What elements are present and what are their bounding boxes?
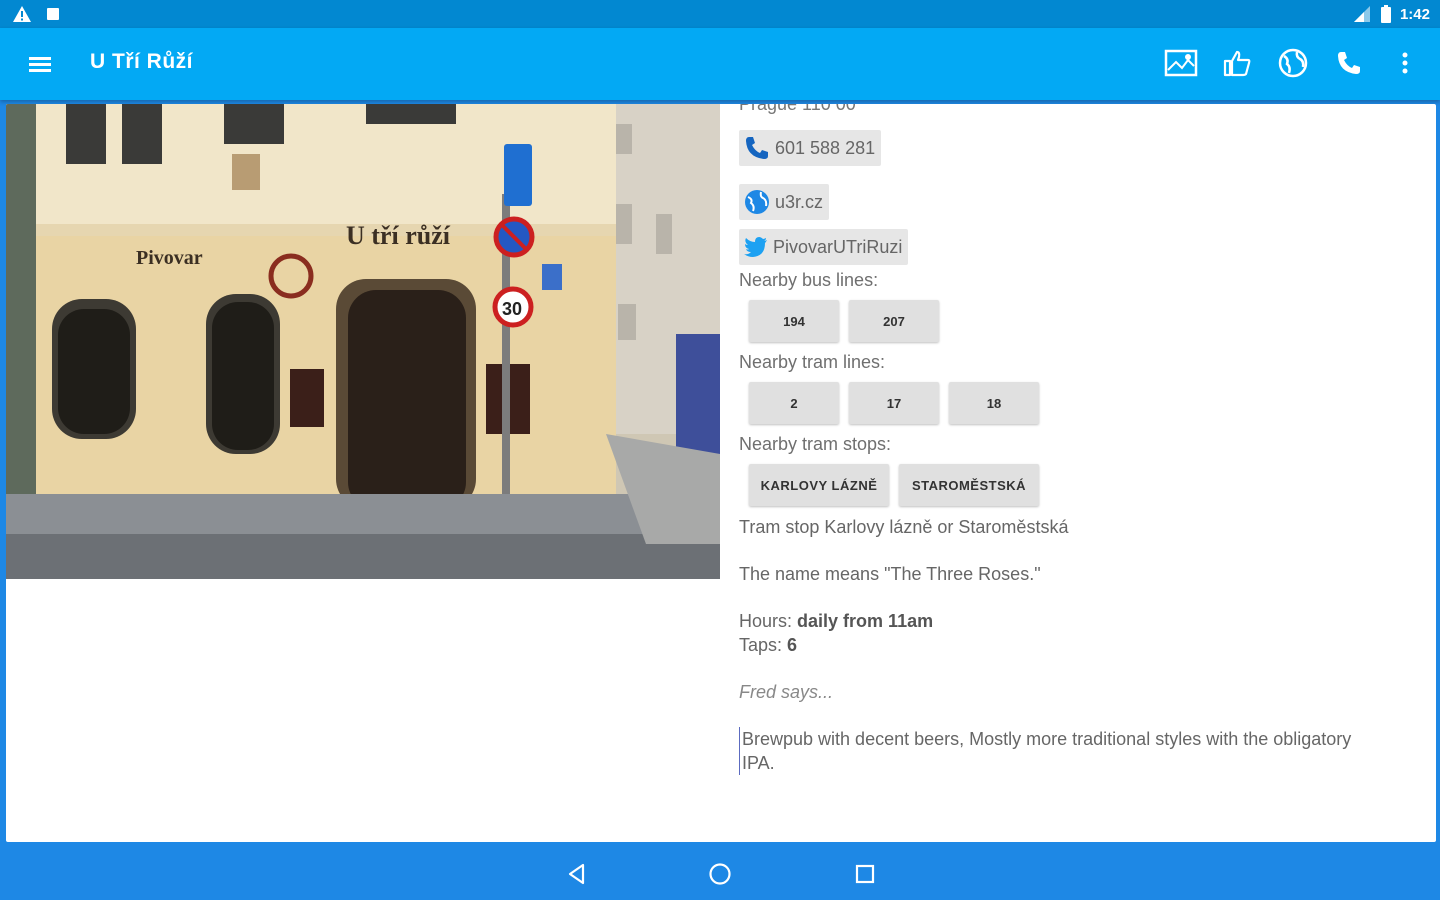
system-nav-bar [0, 847, 1440, 900]
tram-stops-row: KARLOVY LÁZNĚ STAROMĚSTSKÁ [749, 464, 1039, 506]
hours-label: Hours: [739, 611, 793, 631]
tram-lines-label: Nearby tram lines: [739, 352, 886, 372]
tram-line-button[interactable]: 2 [749, 382, 839, 424]
back-button[interactable] [564, 861, 590, 887]
phone-icon [1338, 52, 1360, 74]
status-bar: 1:42 [0, 0, 1440, 28]
hamburger-menu-icon [29, 57, 51, 72]
photo-sign-pivovar: Pivovar [136, 247, 203, 269]
taps-label: Taps: [739, 635, 783, 655]
call-button[interactable] [1332, 46, 1366, 80]
tram-line-button[interactable]: 17 [849, 382, 939, 424]
tram-stop-text: Tram stop Karlovy lázně or Staroměstská [739, 517, 1069, 537]
name-meaning-text: The name means "The Three Roses." [739, 564, 1041, 584]
notification-icons [12, 5, 60, 23]
review-text: Brewpub with decent beers, Mostly more t… [739, 727, 1379, 775]
tram-stop-button[interactable]: STAROMĚSTSKÁ [899, 464, 1039, 506]
more-vert-icon [1402, 52, 1408, 74]
app-title: U Tří Růží [90, 50, 193, 73]
clock: 1:42 [1399, 5, 1430, 23]
building-photo: Pivovar U tří růží 30 [6, 104, 720, 579]
twitter-icon [744, 237, 767, 257]
hours-value: daily from 11am [797, 611, 934, 631]
thumbs-up-icon [1223, 50, 1251, 77]
system-status: 1:42 [1352, 5, 1430, 23]
photo-sign-name: U tří růží [346, 221, 451, 250]
back-triangle-icon [568, 863, 585, 885]
like-button[interactable] [1220, 46, 1254, 80]
bus-line-button[interactable]: 194 [749, 300, 839, 342]
website-link[interactable]: u3r.cz [739, 184, 830, 220]
tram-line-button[interactable]: 18 [949, 382, 1039, 424]
warning-icon [13, 6, 31, 22]
home-button[interactable] [707, 861, 733, 887]
hours-text: Hours: daily from 11am Taps: 6 [739, 609, 933, 657]
pub-photo: Pivovar U tří růží 30 [6, 104, 720, 579]
tram-stop-button[interactable]: KARLOVY LÁZNĚ [749, 464, 889, 506]
website-button[interactable] [1276, 46, 1310, 80]
bus-lines-label: Nearby bus lines: [739, 270, 879, 290]
home-circle-icon [709, 863, 731, 885]
reviewer-label: Fred says... [739, 682, 834, 702]
storage-icon [47, 8, 59, 20]
twitter-link[interactable]: PivovarUTriRuzi [739, 229, 909, 265]
tram-stops-label: Nearby tram stops: [739, 434, 892, 454]
recents-square-icon [855, 864, 875, 884]
battery-icon [1380, 5, 1391, 23]
map-icon [1164, 49, 1198, 77]
globe-icon [1278, 48, 1308, 78]
map-button[interactable] [1164, 46, 1198, 80]
menu-button[interactable] [26, 50, 56, 78]
tram-lines-row: 2 17 18 [749, 382, 1039, 424]
twitter-handle: PivovarUTriRuzi [773, 236, 903, 257]
photo-speed-sign: 30 [502, 299, 522, 319]
phone-number: 601 588 281 [775, 137, 876, 158]
bus-lines-row: 194 207 [749, 300, 939, 342]
website-url: u3r.cz [775, 191, 824, 212]
address-line: Prague 110 00 [739, 104, 856, 114]
pub-detail-card: Pivovar U tří růží 30 Prague 110 00 601 … [6, 104, 1436, 842]
signal-icon [1353, 6, 1370, 22]
overflow-menu-button[interactable] [1388, 46, 1422, 80]
phone-link[interactable]: 601 588 281 [739, 130, 882, 166]
globe-icon [745, 190, 769, 214]
taps-value: 6 [787, 635, 798, 655]
recents-button[interactable] [852, 861, 878, 887]
bus-line-button[interactable]: 207 [849, 300, 939, 342]
toolbar-actions [1164, 46, 1422, 80]
app-bar: U Tří Růží [0, 28, 1440, 100]
phone-icon [746, 137, 768, 159]
